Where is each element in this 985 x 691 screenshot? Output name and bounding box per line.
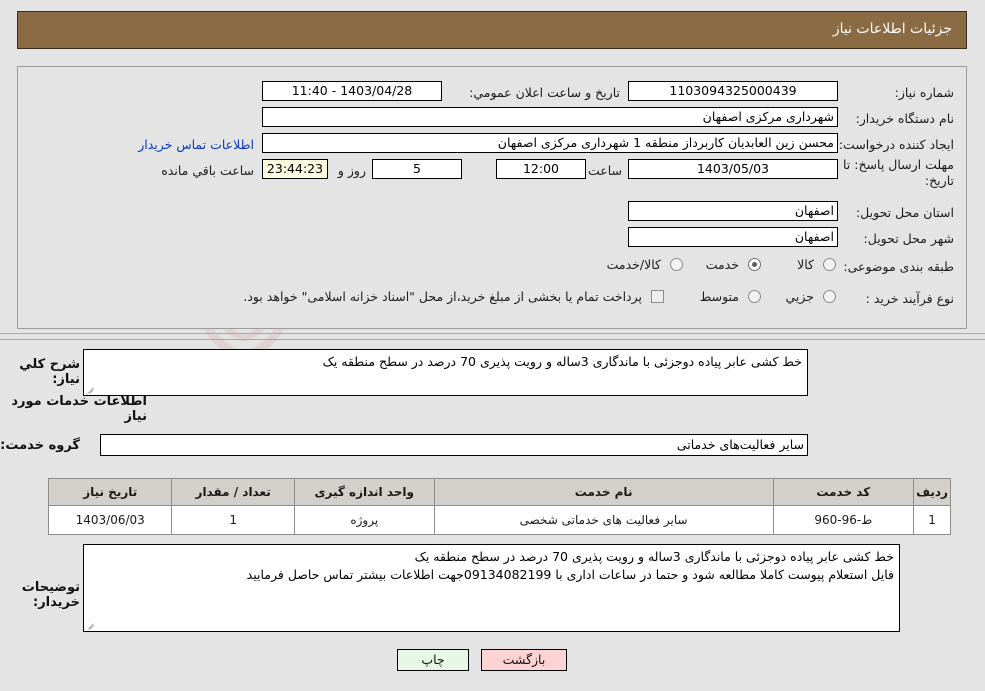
- th-row-no: ردیف: [913, 478, 951, 506]
- buyer-contact-link[interactable]: اطلاعات تماس خریدار: [138, 137, 254, 152]
- th-need-date: تاریخ نیاز: [47, 478, 173, 506]
- announce-datetime-field[interactable]: 1403/04/28 - 11:40: [262, 81, 442, 101]
- th-service-name: نام خدمت: [433, 478, 774, 506]
- announce-datetime-label: تاریخ و ساعت اعلان عمومي:: [469, 85, 620, 100]
- print-button[interactable]: چاپ: [397, 649, 469, 671]
- page-root: جزئیات اطلاعات نیاز شماره نیاز: 11030943…: [0, 0, 985, 691]
- remaining-hours-suffix: ساعت باقي مانده: [161, 163, 254, 178]
- cell-need-date: 1403/06/03: [47, 505, 173, 535]
- th-service-code: کد خدمت: [772, 478, 915, 506]
- requester-label: ایجاد کننده درخواست:: [838, 137, 954, 152]
- buyer-org-field[interactable]: شهرداری مرکزی اصفهان: [262, 107, 838, 127]
- services-section-title: اطلاعات خدمات مورد نیاز: [11, 394, 147, 424]
- province-field[interactable]: اصفهان: [628, 201, 838, 221]
- table-row[interactable]: 1 ط-96-960 سایر فعالیت های خدماتی شخصی پ…: [47, 505, 951, 535]
- service-group-label: گروه خدمت:: [0, 438, 80, 453]
- table-header-row: ردیف کد خدمت نام خدمت واحد اندازه گیری ت…: [47, 478, 951, 506]
- cell-quantity: 1: [171, 505, 295, 535]
- process-label: نوع فرآیند خرید :: [865, 291, 954, 306]
- deadline-label: مهلت ارسال پاسخ: تا تاریخ:: [843, 157, 954, 188]
- deadline-date-field[interactable]: 1403/05/03: [628, 159, 838, 179]
- window-title-bar: جزئیات اطلاعات نیاز: [17, 11, 967, 49]
- category-radio-khedmat[interactable]: [748, 258, 761, 271]
- general-desc-value: خط کشی عابر پیاده دوجزئی با ماندگاری 3سا…: [322, 354, 802, 369]
- buyer-org-label: نام دستگاه خریدار:: [855, 111, 954, 126]
- divider-2: [0, 339, 985, 340]
- process-option-label-1: متوسط: [699, 289, 739, 304]
- city-label: شهر محل تحویل:: [863, 231, 954, 246]
- treasury-checkbox[interactable]: [651, 290, 664, 303]
- general-desc-label: شرح کلي نیاز:: [19, 357, 80, 387]
- page-title: جزئیات اطلاعات نیاز: [832, 21, 952, 37]
- cell-service-name: سایر فعالیت های خدماتی شخصی: [433, 505, 774, 535]
- treasury-checkbox-label: پرداخت تمام یا بخشی از مبلغ خرید،از محل …: [243, 289, 642, 304]
- deadline-time-field[interactable]: 12:00: [496, 159, 586, 179]
- days-and-label: روز و: [337, 163, 366, 178]
- remaining-days-field[interactable]: 5: [372, 159, 462, 179]
- category-option-label-0: کالا: [797, 257, 814, 272]
- buyer-notes-label: توضیحات خریدار:: [21, 580, 80, 610]
- resize-grip-icon[interactable]: [86, 620, 96, 630]
- service-group-field[interactable]: سایر فعالیت‌های خدماتی: [100, 434, 808, 456]
- back-button[interactable]: بازگشت: [481, 649, 567, 671]
- cell-unit: پروژه: [293, 505, 435, 535]
- remaining-clock-field: 23:44:23: [262, 159, 328, 179]
- deadline-hour-label: ساعت: [587, 163, 622, 178]
- buyer-notes-textarea[interactable]: خط کشی عابر پیاده دوجزئی با ماندگاری 3سا…: [83, 544, 900, 632]
- general-desc-textarea[interactable]: خط کشی عابر پیاده دوجزئی با ماندگاری 3سا…: [83, 349, 808, 396]
- buyer-notes-line-1: خط کشی عابر پیاده دوجزئی با ماندگاری 3سا…: [414, 549, 894, 564]
- category-radio-kala-khedmat[interactable]: [670, 258, 683, 271]
- buyer-notes-line-2: فایل استعلام پیوست کاملا مطالعه شود و حت…: [246, 567, 894, 582]
- province-label: استان محل تحویل:: [855, 205, 954, 220]
- services-table: ردیف کد خدمت نام خدمت واحد اندازه گیری ت…: [47, 478, 951, 535]
- th-unit: واحد اندازه گیری: [293, 478, 435, 506]
- need-info-panel: شماره نیاز: 1103094325000439 تاریخ و ساع…: [17, 66, 967, 329]
- category-radio-kala[interactable]: [823, 258, 836, 271]
- category-label: طبقه بندی موضوعی:: [843, 259, 954, 274]
- th-quantity: تعداد / مقدار: [171, 478, 295, 506]
- cell-row-no: 1: [913, 505, 951, 535]
- category-option-label-1: خدمت: [705, 257, 739, 272]
- process-option-label-0: جزیي: [785, 289, 814, 304]
- requester-field[interactable]: محسن زین العابدیان کاربرداز منطقه 1 شهرد…: [262, 133, 838, 153]
- process-radio-jozi[interactable]: [823, 290, 836, 303]
- process-radio-motavaset[interactable]: [748, 290, 761, 303]
- need-number-label: شماره نیاز:: [894, 85, 954, 100]
- need-number-field[interactable]: 1103094325000439: [628, 81, 838, 101]
- resize-grip-icon[interactable]: [86, 384, 96, 394]
- city-field[interactable]: اصفهان: [628, 227, 838, 247]
- cell-service-code: ط-96-960: [772, 505, 915, 535]
- divider-1: [0, 333, 985, 334]
- category-option-label-2: کالا/خدمت: [606, 257, 661, 272]
